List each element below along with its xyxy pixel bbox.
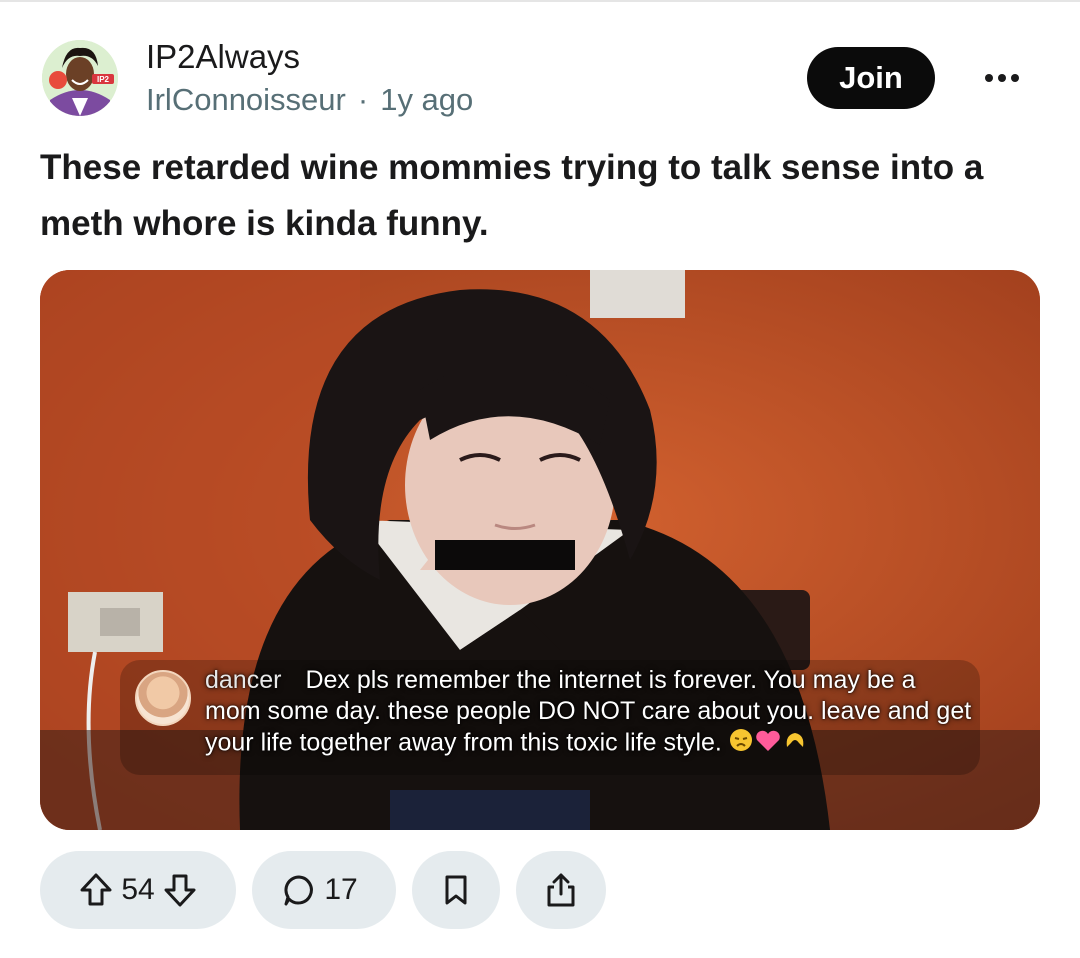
post-title[interactable]: These retarded wine mommies trying to ta… — [40, 140, 1040, 252]
subreddit-avatar[interactable]: IP2 — [42, 40, 118, 116]
vote-control: 54 — [40, 851, 236, 929]
downvote-arrow-icon[interactable] — [163, 872, 197, 908]
post-meta: IrlConnoisseur · 1y ago — [146, 82, 473, 118]
share-icon — [545, 872, 577, 908]
chat-emojis — [729, 727, 809, 761]
post-age: 1y ago — [380, 82, 474, 117]
pink-heart-icon — [756, 730, 780, 751]
chat-message: dancer Dex pls remember the internet is f… — [205, 665, 975, 761]
chat-message-text: Dex pls remember the internet is forever… — [205, 666, 972, 757]
author-name[interactable]: IrlConnoisseur — [146, 82, 346, 117]
upvote-arrow-icon[interactable] — [79, 872, 113, 908]
avatar-ip2-text: IP2 — [97, 75, 110, 84]
share-button[interactable] — [516, 851, 606, 929]
heart-hands-icon — [786, 733, 804, 747]
disappointed-face-icon — [729, 729, 752, 751]
save-button[interactable] — [412, 851, 500, 929]
bookmark-icon — [442, 874, 470, 906]
subreddit-name[interactable]: IP2Always — [146, 38, 300, 76]
post-video[interactable]: dancer Dex pls remember the internet is f… — [40, 270, 1040, 830]
join-button[interactable]: Join — [807, 47, 935, 109]
chat-username: dancer — [205, 666, 282, 694]
top-divider — [0, 0, 1080, 2]
comment-count: 17 — [324, 873, 358, 906]
meta-separator: · — [357, 82, 369, 117]
comment-bubble-icon — [282, 873, 316, 907]
vote-count: 54 — [121, 873, 155, 906]
comments-button[interactable]: 17 — [252, 851, 396, 929]
chat-user-avatar — [135, 670, 191, 726]
more-options-icon[interactable] — [978, 58, 1026, 98]
